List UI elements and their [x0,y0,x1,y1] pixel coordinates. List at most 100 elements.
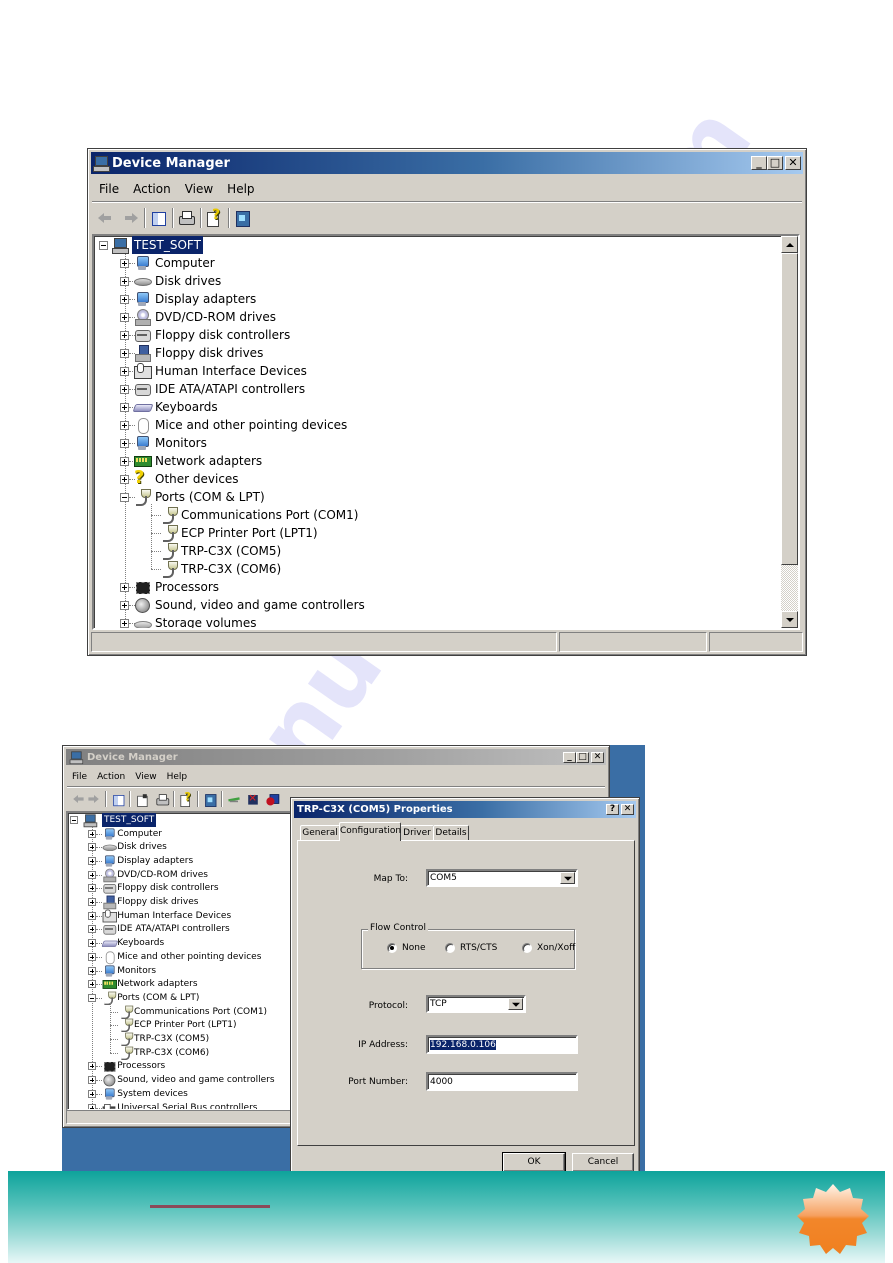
print-icon[interactable] [156,793,170,806]
chevron-down-icon[interactable] [560,872,575,884]
ip-address-input[interactable]: 192.168.0.106 [426,1035,578,1054]
back-icon[interactable] [72,793,85,804]
cancel-button[interactable]: Cancel [572,1153,634,1172]
expand-icon[interactable] [88,1089,96,1098]
tree-item-label[interactable]: IDE ATA/ATAPI controllers [117,923,230,937]
dialog-title-bar[interactable]: TRP-C3X (COM5) Properties ? ✕ [294,801,636,818]
show-hide-console-tree-icon[interactable] [112,793,125,807]
show-hide-console-tree-icon[interactable] [150,210,168,226]
expand-icon[interactable] [120,384,129,394]
tree-child-label[interactable]: TRP-C3X (COM6) [134,1046,209,1060]
tree-item-label[interactable]: Sound, video and game controllers [155,596,365,614]
tree-item-label[interactable]: Sound, video and game controllers [117,1073,274,1087]
tab-general[interactable]: General [300,825,340,841]
tree-item-label[interactable]: Floppy disk drives [117,895,198,909]
tree-item-label[interactable]: Keyboards [155,398,218,416]
menu-view[interactable]: View [178,182,220,196]
flow-xon-xoff-radio[interactable]: Xon/Xoff [522,943,575,953]
device-tree[interactable]: TEST_SOFT Computer Disk drives Display adap… [92,234,800,630]
help-icon[interactable] [206,207,224,227]
tree-item-label[interactable]: Keyboards [117,936,164,950]
expand-icon[interactable] [88,829,96,838]
expand-icon[interactable] [88,980,96,989]
tree-child-label[interactable]: ECP Printer Port (LPT1) [134,1019,236,1033]
help-icon[interactable] [180,791,193,807]
scroll-up-button[interactable] [781,236,798,253]
expand-icon[interactable] [120,438,129,448]
tree-item-label[interactable]: Computer [117,827,162,841]
expand-icon[interactable] [88,925,96,934]
menu-view[interactable]: View [130,772,161,782]
tree-item-label[interactable]: Floppy disk controllers [155,326,290,344]
tree-item-label[interactable]: Display adapters [155,290,256,308]
expand-icon[interactable] [88,911,96,920]
tree-root-label[interactable]: TEST_SOFT [102,813,157,827]
menu-file[interactable]: File [92,182,126,196]
expand-icon[interactable] [88,870,96,879]
tree-child-label[interactable]: TRP-C3X (COM5) [181,542,281,560]
tree-item-label[interactable]: System devices [117,1087,188,1101]
collapse-icon[interactable] [99,240,108,250]
back-icon[interactable] [96,210,116,226]
minimize-button[interactable]: _ [751,156,767,170]
expand-icon[interactable] [88,1076,96,1085]
tree-item-label[interactable]: Floppy disk drives [155,344,263,362]
tree-item-label[interactable]: Display adapters [117,854,193,868]
map-to-select[interactable]: COM5 [426,869,578,887]
help-button[interactable]: ? [606,804,619,815]
tree-item-label[interactable]: Processors [117,1060,165,1074]
tree-item-label[interactable]: IDE ATA/ATAPI controllers [155,380,305,398]
print-icon[interactable] [178,210,196,226]
expand-icon[interactable] [120,402,129,412]
disable-device-icon[interactable] [266,793,280,806]
menu-action[interactable]: Action [126,182,178,196]
tree-item-label[interactable]: DVD/CD-ROM drives [155,308,276,326]
menu-help[interactable]: Help [162,772,193,782]
tree-item-label[interactable]: DVD/CD-ROM drives [117,868,208,882]
expand-icon[interactable] [88,1062,96,1071]
expand-icon[interactable] [120,366,129,376]
tree-item-label[interactable]: Computer [155,254,215,272]
scan-hardware-icon[interactable] [234,210,252,227]
tree-item-label[interactable]: Ports (COM & LPT) [155,488,265,506]
tree-child-label[interactable]: ECP Printer Port (LPT1) [181,524,318,542]
expand-icon[interactable] [120,600,129,610]
expand-icon[interactable] [120,420,129,430]
title-bar[interactable]: Device Manager _ □ ✕ [91,152,803,174]
minimize-button[interactable]: _ [563,751,576,763]
expand-icon[interactable] [120,312,129,322]
expand-icon[interactable] [88,856,96,865]
tree-item-label[interactable]: Human Interface Devices [117,909,231,923]
tree-item-label[interactable]: Other devices [155,470,239,488]
expand-icon[interactable] [120,276,129,286]
tree-child-label[interactable]: TRP-C3X (COM6) [181,560,281,578]
port-number-input[interactable]: 4000 [426,1072,578,1091]
tree-item-label[interactable]: Network adapters [155,452,262,470]
maximize-button[interactable]: □ [576,751,589,763]
expand-icon[interactable] [120,330,129,340]
tree-root-label[interactable]: TEST_SOFT [132,236,203,254]
expand-icon[interactable] [88,939,96,948]
expand-icon[interactable] [88,898,96,907]
expand-icon[interactable] [120,618,129,628]
scan-hardware-icon[interactable] [204,793,217,807]
update-driver-icon[interactable] [228,793,241,804]
expand-icon[interactable] [120,258,129,268]
uninstall-icon[interactable] [247,793,260,805]
protocol-select[interactable]: TCP [426,995,526,1013]
tree-item-label[interactable]: Floppy disk controllers [117,882,218,896]
expand-icon[interactable] [120,474,129,484]
expand-icon[interactable] [120,456,129,466]
flow-rts-cts-radio[interactable]: RTS/CTS [445,943,497,953]
tree-child-label[interactable]: Communications Port (COM1) [134,1005,267,1019]
collapse-icon[interactable] [120,492,129,502]
tree-item-label[interactable]: Human Interface Devices [155,362,307,380]
tab-configuration[interactable]: Configuration [339,822,401,841]
collapse-icon[interactable] [70,815,78,824]
menu-action[interactable]: Action [92,772,130,782]
expand-icon[interactable] [120,294,129,304]
close-button[interactable]: ✕ [785,156,801,170]
flow-none-radio[interactable]: None [387,943,425,953]
menu-file[interactable]: File [67,772,92,782]
tree-item-label[interactable]: Storage volumes [155,614,256,628]
